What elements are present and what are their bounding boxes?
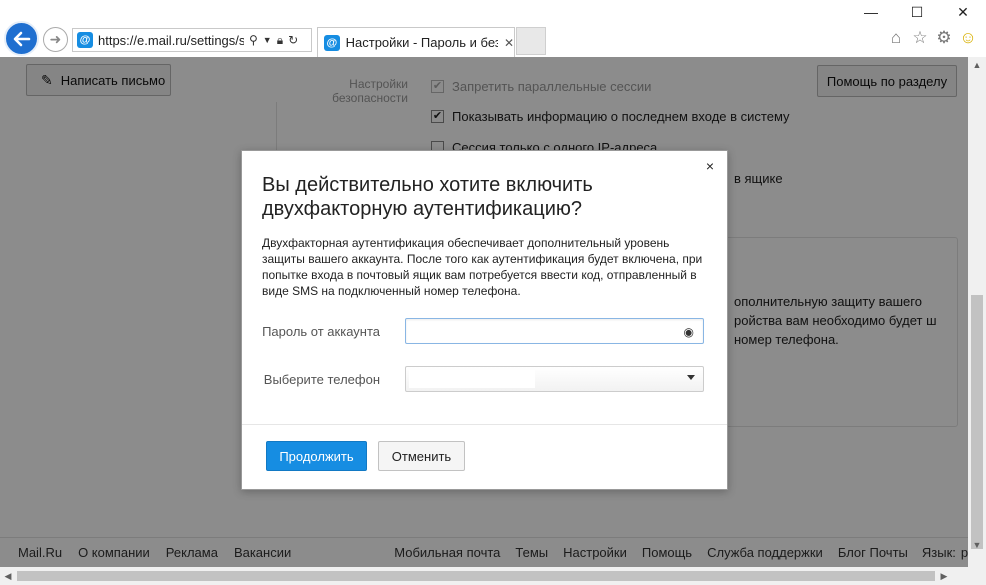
scrollbar-thumb[interactable]: [17, 571, 935, 581]
scroll-left-icon[interactable]: ◀: [0, 567, 16, 585]
phone-value: [409, 370, 535, 388]
chevron-down-icon[interactable]: ▼: [263, 35, 272, 45]
scroll-right-icon[interactable]: ▶: [936, 567, 952, 585]
dialog-divider: [242, 424, 727, 425]
continue-button[interactable]: Продолжить: [266, 441, 367, 471]
browser-chrome: — ☐ ✕ ➜ @ https://e.mail.ru/settings/se …: [0, 0, 986, 57]
lock-icon[interactable]: 🔒︎: [277, 33, 283, 48]
address-bar[interactable]: @ https://e.mail.ru/settings/se ⚲ ▼ 🔒︎ ↻: [72, 28, 312, 52]
arrow-right-icon: ➜: [49, 31, 62, 47]
scrollbar-thumb[interactable]: [971, 295, 983, 549]
forward-button[interactable]: ➜: [43, 27, 68, 52]
mailru-favicon-icon: @: [324, 34, 340, 51]
star-icon[interactable]: ☆: [909, 27, 931, 49]
refresh-icon[interactable]: ↻: [288, 33, 298, 47]
phone-label: Выберите телефон: [263, 372, 380, 387]
tab-settings[interactable]: @ Настройки - Пароль и без ✕: [317, 27, 515, 57]
arrow-left-icon: [13, 31, 30, 46]
close-tab-icon[interactable]: ✕: [504, 36, 514, 50]
home-icon[interactable]: ⌂: [885, 27, 907, 49]
scrollbar-corner: [968, 567, 986, 585]
maximize-button[interactable]: ☐: [894, 0, 940, 24]
password-label: Пароль от аккаунта: [262, 324, 380, 339]
phone-select[interactable]: [405, 366, 704, 392]
minimize-button[interactable]: —: [848, 0, 894, 24]
new-tab-button[interactable]: [516, 27, 546, 55]
smiley-icon[interactable]: ☺: [957, 27, 979, 49]
two-factor-dialog: × Вы действительно хотите включить двухф…: [241, 150, 728, 490]
scroll-down-icon[interactable]: ▼: [968, 537, 986, 553]
search-icon[interactable]: ⚲: [249, 33, 258, 47]
gear-icon[interactable]: ⚙: [933, 27, 955, 49]
mailru-favicon-icon: @: [77, 32, 93, 48]
vertical-scrollbar[interactable]: ▲ ▼: [968, 57, 986, 567]
close-icon[interactable]: ×: [702, 158, 718, 174]
back-button[interactable]: [4, 21, 39, 56]
close-window-button[interactable]: ✕: [940, 0, 986, 24]
eye-icon[interactable]: ◉: [684, 325, 694, 339]
scroll-up-icon[interactable]: ▲: [968, 57, 986, 73]
url-text[interactable]: https://e.mail.ru/settings/se: [98, 33, 244, 48]
cancel-button[interactable]: Отменить: [378, 441, 465, 471]
password-field[interactable]: ◉: [405, 318, 704, 344]
dialog-description: Двухфакторная аутентификация обеспечивае…: [262, 236, 703, 298]
horizontal-scrollbar[interactable]: ◀ ▶: [0, 567, 968, 585]
chevron-down-icon: [687, 375, 695, 380]
tab-title: Настройки - Пароль и без: [345, 35, 498, 50]
dialog-title: Вы действительно хотите включить двухфак…: [262, 174, 593, 220]
